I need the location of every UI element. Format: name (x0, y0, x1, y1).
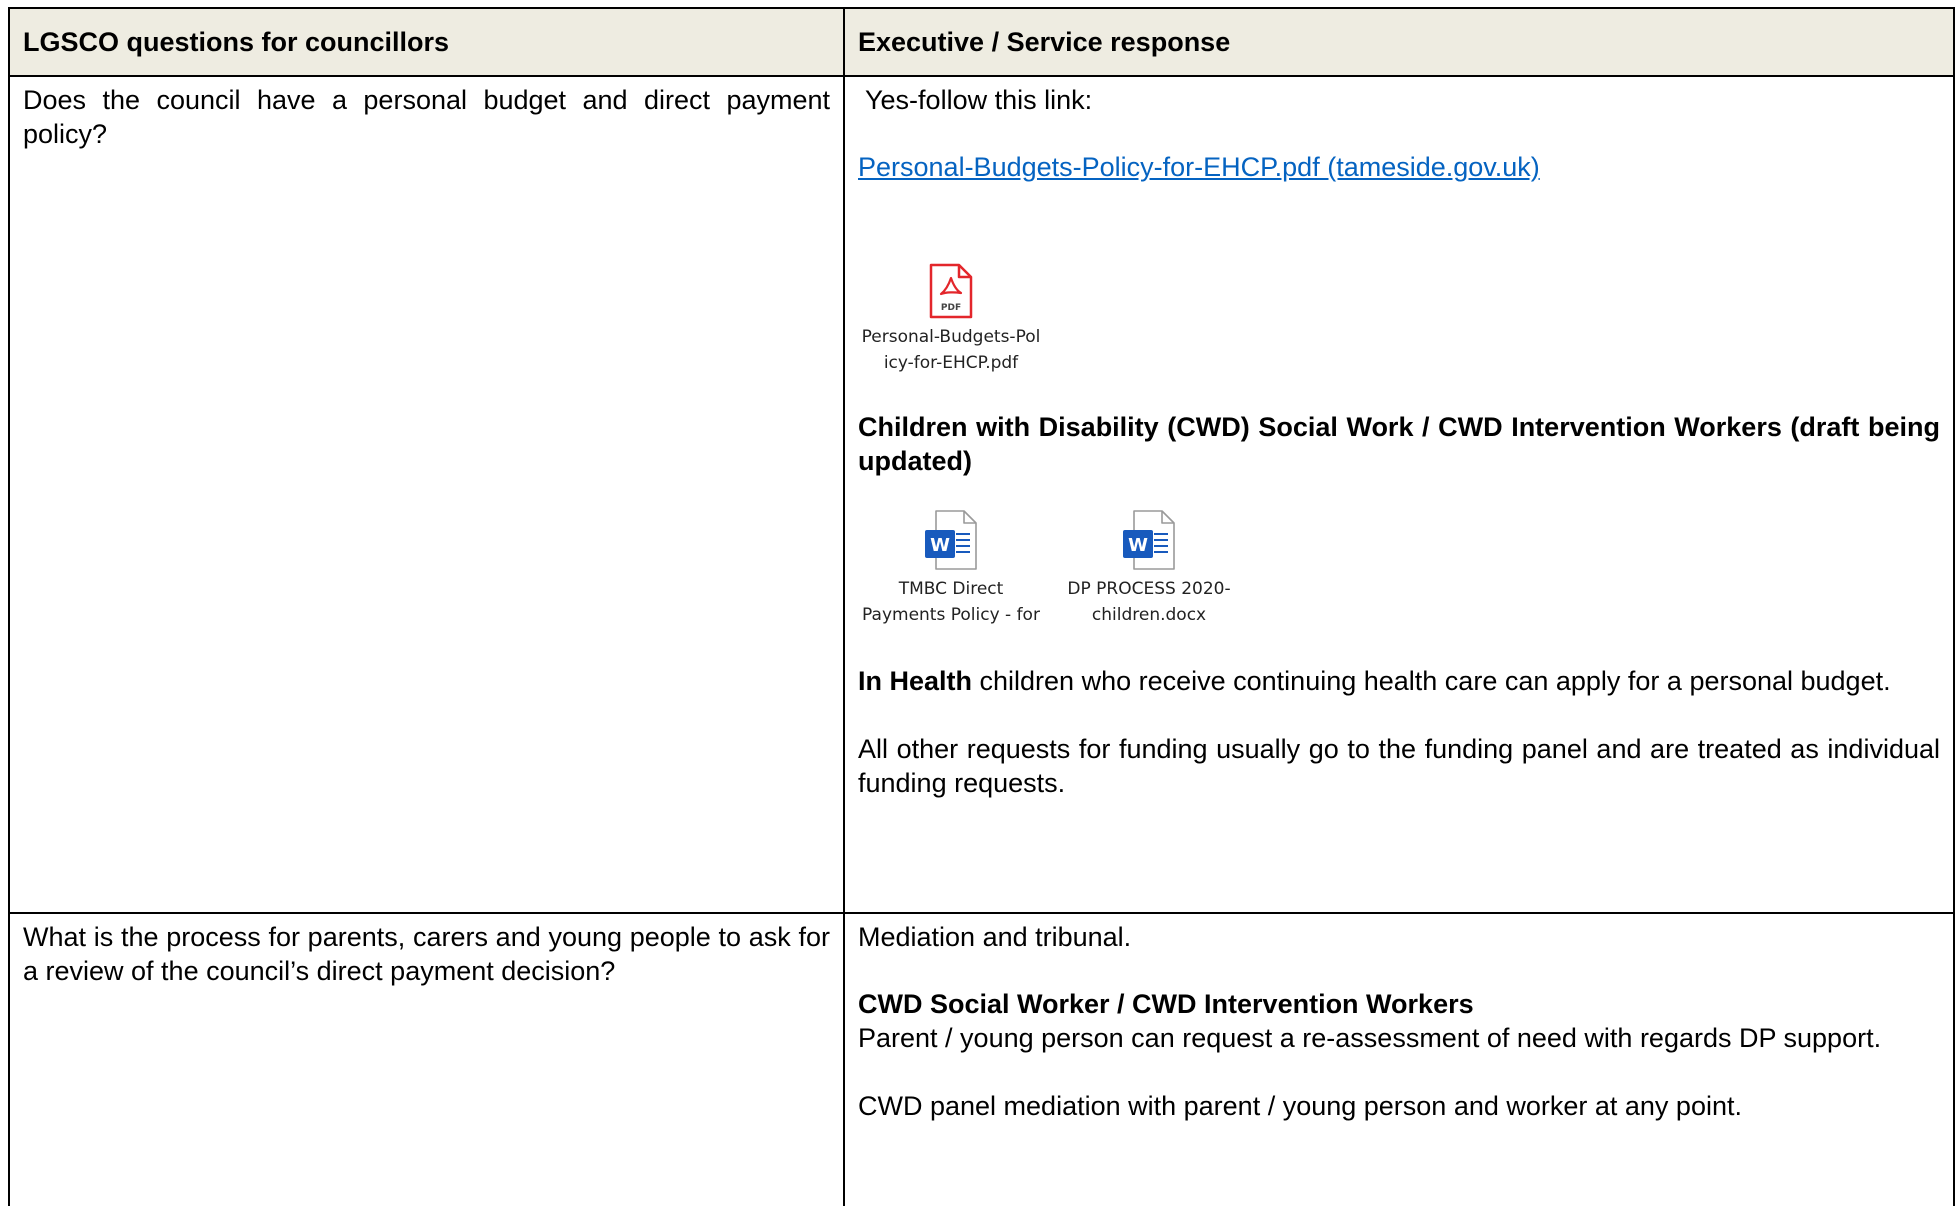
response-intro: Yes-follow this link: (858, 85, 1093, 115)
policy-link[interactable]: Personal-Budgets-Policy-for-EHCP.pdf (ta… (858, 152, 1540, 182)
document-page: LGSCO questions for councillors Executiv… (0, 0, 1957, 1206)
reassessment-paragraph: Parent / young person can request a re-a… (858, 1023, 1882, 1053)
health-text: children who receive continuing health c… (972, 666, 1891, 696)
cwd-heading: CWD Social Worker / CWD Intervention Wor… (858, 989, 1474, 1019)
response-cell: Yes-follow this link: Personal-Budgets-P… (843, 75, 1955, 914)
response-intro: Mediation and tribunal. (858, 922, 1132, 952)
word-attachment-caption: DP PROCESS 2020- children.docx (1067, 579, 1231, 625)
question-cell: Does the council have a personal budget … (8, 75, 845, 914)
question-text: Does the council have a personal budget … (23, 85, 830, 149)
word-file-icon: W (1123, 510, 1175, 570)
word-badge-text: W (1128, 535, 1148, 556)
header-questions-label: LGSCO questions for councillors (23, 26, 450, 57)
table-header-row: LGSCO questions for councillors Executiv… (8, 7, 1955, 77)
other-requests-paragraph: All other requests for funding usually g… (858, 734, 1940, 798)
word-attachment-dp-process[interactable]: W DP PROCESS 2020- children.docx (1056, 504, 1242, 628)
health-bold-lead: In Health (858, 666, 973, 696)
pdf-attachment-caption: Personal-Budgets-Pol icy-for-EHCP.pdf (861, 327, 1041, 373)
header-cell-questions: LGSCO questions for councillors (8, 7, 845, 77)
question-text: What is the process for parents, carers … (23, 922, 830, 986)
word-file-icon: W (925, 510, 977, 570)
pdf-attachment[interactable]: PDF Personal-Budgets-Pol icy-for-EHCP.pd… (858, 252, 1044, 376)
word-badge-text: W (930, 535, 950, 556)
response-cell: Mediation and tribunal. CWD Social Worke… (843, 912, 1955, 1206)
header-response-label: Executive / Service response (858, 26, 1231, 57)
pdf-file-icon: PDF (929, 263, 973, 319)
lgsco-response-table: LGSCO questions for councillors Executiv… (8, 7, 1955, 1206)
pdf-badge-text: PDF (941, 303, 961, 313)
panel-mediation-paragraph: CWD panel mediation with parent / young … (858, 1091, 1742, 1121)
cwd-heading: Children with Disability (CWD) Social Wo… (858, 412, 1940, 476)
word-attachments: W TMBC Direct Payments Policy - for W DP… (858, 504, 1940, 628)
header-cell-response: Executive / Service response (843, 7, 1955, 77)
word-attachment-caption: TMBC Direct Payments Policy - for (862, 579, 1040, 625)
word-attachment-direct-payments-policy[interactable]: W TMBC Direct Payments Policy - for (858, 504, 1044, 628)
health-paragraph: In Health children who receive continuin… (858, 664, 1940, 698)
table-row: What is the process for parents, carers … (8, 912, 1955, 1206)
question-cell: What is the process for parents, carers … (8, 912, 845, 1206)
table-row: Does the council have a personal budget … (8, 75, 1955, 914)
